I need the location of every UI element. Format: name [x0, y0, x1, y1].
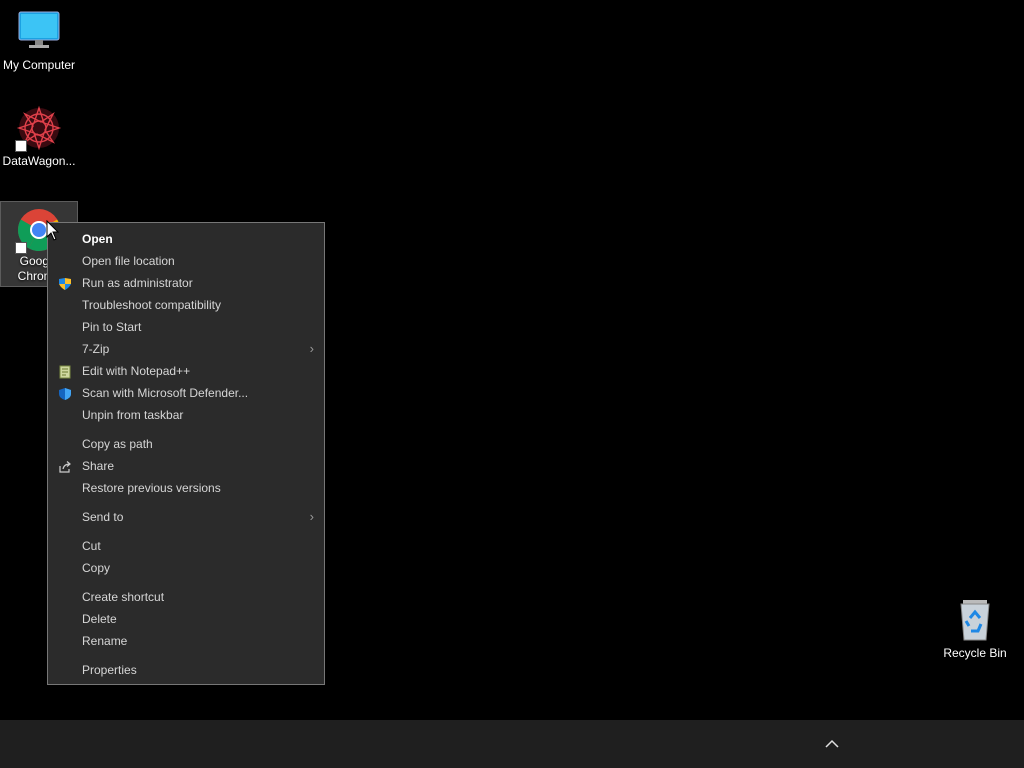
shortcut-arrow-icon [15, 242, 27, 254]
desktop-icon-label: My Computer [2, 58, 76, 72]
menu-item-properties[interactable]: Properties [48, 659, 324, 681]
chevron-right-icon: › [309, 509, 314, 524]
menu-item-open[interactable]: Open [48, 228, 324, 250]
menu-item-share[interactable]: Share [48, 455, 324, 477]
menu-item-troubleshoot-compatibility[interactable]: Troubleshoot compatibility [48, 294, 324, 316]
menu-item-label: Open file location [82, 254, 175, 268]
menu-item-create-shortcut[interactable]: Create shortcut [48, 586, 324, 608]
menu-separator [48, 499, 324, 506]
menu-item-label: Scan with Microsoft Defender... [82, 386, 249, 400]
desktop-icon-my-computer[interactable]: My Computer [0, 8, 78, 73]
menu-item-label: Troubleshoot compatibility [82, 298, 221, 312]
menu-item-label: Share [82, 459, 115, 473]
menu-item-label: Create shortcut [82, 590, 165, 604]
menu-item-pin-to-start[interactable]: Pin to Start [48, 316, 324, 338]
menu-item-label: Send to [82, 510, 124, 524]
menu-item-7zip[interactable]: 7-Zip › [48, 338, 324, 360]
menu-item-unpin-from-taskbar[interactable]: Unpin from taskbar [48, 404, 324, 426]
context-menu: Open Open file location Run as administr… [47, 222, 325, 685]
chevron-up-icon[interactable] [820, 732, 844, 756]
menu-item-label: Copy [82, 561, 111, 575]
monitor-icon [15, 8, 63, 56]
menu-item-scan-with-defender[interactable]: Scan with Microsoft Defender... [48, 382, 324, 404]
menu-item-label: Run as administrator [82, 276, 193, 290]
menu-separator [48, 652, 324, 659]
chevron-right-icon: › [309, 341, 314, 356]
notepad-plus-plus-icon [58, 364, 72, 379]
shortcut-arrow-icon [15, 140, 27, 152]
menu-item-run-as-administrator[interactable]: Run as administrator [48, 272, 324, 294]
menu-item-label: Delete [82, 612, 117, 626]
menu-item-label: Rename [82, 634, 128, 648]
uac-shield-icon [58, 276, 72, 290]
menu-separator [48, 579, 324, 586]
menu-item-edit-with-notepad[interactable]: Edit with Notepad++ [48, 360, 324, 382]
desktop-icon-datawagon[interactable]: DataWagon... [0, 104, 78, 169]
menu-item-delete[interactable]: Delete [48, 608, 324, 630]
desktop-icon-recycle-bin[interactable]: Recycle Bin [936, 596, 1014, 661]
menu-item-send-to[interactable]: Send to › [48, 506, 324, 528]
menu-item-label: Restore previous versions [82, 481, 221, 495]
defender-shield-icon [58, 386, 72, 400]
taskbar [0, 720, 1024, 768]
menu-item-copy[interactable]: Copy [48, 557, 324, 579]
menu-item-label: Edit with Notepad++ [82, 364, 191, 378]
menu-item-label: 7-Zip [82, 342, 110, 356]
menu-separator [48, 426, 324, 433]
menu-item-copy-as-path[interactable]: Copy as path [48, 433, 324, 455]
recycle-bin-icon [951, 596, 999, 644]
desktop-icon-label: DataWagon... [2, 154, 76, 168]
menu-separator [48, 528, 324, 535]
share-icon [58, 459, 72, 473]
desktop-icon-label: Recycle Bin [943, 646, 1007, 660]
menu-item-restore-previous-versions[interactable]: Restore previous versions [48, 477, 324, 499]
menu-item-label: Copy as path [82, 437, 153, 451]
menu-item-label: Cut [82, 539, 101, 553]
menu-item-cut[interactable]: Cut [48, 535, 324, 557]
menu-item-label: Pin to Start [82, 320, 142, 334]
menu-item-open-file-location[interactable]: Open file location [48, 250, 324, 272]
menu-item-rename[interactable]: Rename [48, 630, 324, 652]
menu-item-label: Unpin from taskbar [82, 408, 184, 422]
menu-item-label: Properties [82, 663, 137, 677]
menu-item-label: Open [82, 232, 113, 246]
datawagon-icon [15, 104, 63, 152]
